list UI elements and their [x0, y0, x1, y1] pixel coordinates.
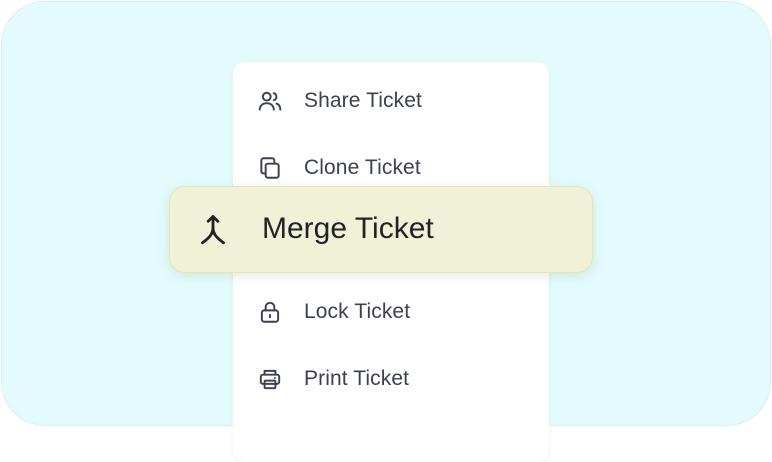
- lock-icon: [257, 299, 283, 325]
- printer-icon: [257, 366, 283, 392]
- menu-item-merge-ticket[interactable]: Merge Ticket: [169, 186, 593, 273]
- menu-item-print-ticket[interactable]: Print Ticket: [233, 354, 549, 402]
- copy-icon: [257, 155, 283, 181]
- menu-item-label: Share Ticket: [304, 89, 422, 112]
- menu-item-clone-ticket[interactable]: Clone Ticket: [233, 143, 549, 191]
- menu-item-label: Clone Ticket: [304, 156, 421, 179]
- merge-icon: [195, 212, 231, 248]
- menu-item-label: Lock Ticket: [304, 300, 411, 323]
- menu-item-label: Print Ticket: [304, 367, 410, 390]
- menu-item-label: Merge Ticket: [262, 212, 434, 245]
- menu-item-lock-ticket[interactable]: Lock Ticket: [233, 287, 549, 335]
- menu-item-share-ticket[interactable]: Share Ticket: [233, 76, 549, 124]
- users-icon: [257, 88, 283, 114]
